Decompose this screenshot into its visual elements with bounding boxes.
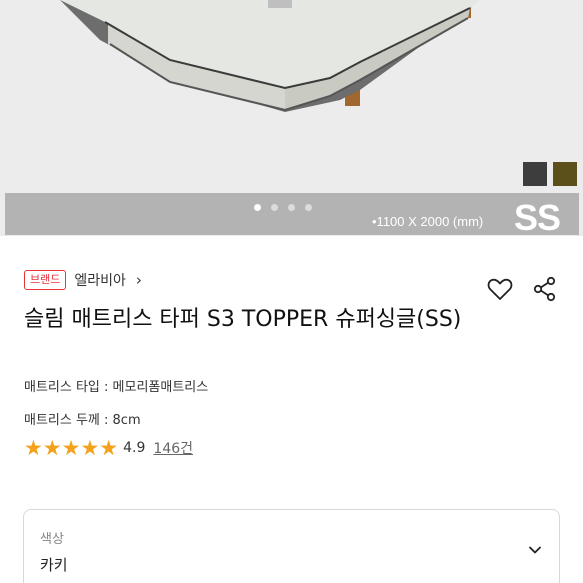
review-count-link[interactable]: 146건 xyxy=(153,438,193,458)
star-icon: ★★★★★ xyxy=(24,436,119,460)
color-option-select[interactable]: 색상 카키 xyxy=(23,509,560,583)
share-icon[interactable] xyxy=(531,275,559,303)
color-swatches xyxy=(523,162,577,186)
size-info-bar xyxy=(5,193,579,235)
swatch-dark-gray[interactable] xyxy=(523,162,547,186)
chevron-down-icon xyxy=(529,546,541,554)
option-label: 색상 xyxy=(40,532,64,547)
product-title: 슬림 매트리스 타퍼 S3 TOPPER 슈퍼싱글(SS) xyxy=(24,307,462,332)
chevron-right-icon: › xyxy=(135,271,142,289)
carousel-dot[interactable] xyxy=(254,204,261,211)
option-value: 카키 xyxy=(40,556,68,574)
heart-icon[interactable] xyxy=(486,275,514,303)
swatch-khaki[interactable] xyxy=(553,162,577,186)
carousel-indicator xyxy=(254,204,312,211)
spec-thickness: 매트리스 두께 : 8cm xyxy=(24,413,141,428)
dimensions-text: •1100 X 2000 (mm) xyxy=(372,214,484,229)
brand-name-link[interactable]: 엘라비아 xyxy=(74,270,126,290)
carousel-dot[interactable] xyxy=(305,204,312,211)
rating-value: 4.9 xyxy=(123,440,146,456)
product-image[interactable]: •1100 X 2000 (mm) SS xyxy=(0,0,583,236)
rating-row: ★★★★★ 4.9 146건 xyxy=(24,437,193,459)
brand-badge: 브랜드 xyxy=(24,270,67,290)
brand-row[interactable]: 브랜드 엘라비아 › xyxy=(24,270,142,290)
size-code: SS xyxy=(514,197,561,236)
spec-type: 매트리스 타입 : 메모리폼매트리스 xyxy=(24,380,209,395)
carousel-dot[interactable] xyxy=(271,204,278,211)
carousel-dot[interactable] xyxy=(288,204,295,211)
